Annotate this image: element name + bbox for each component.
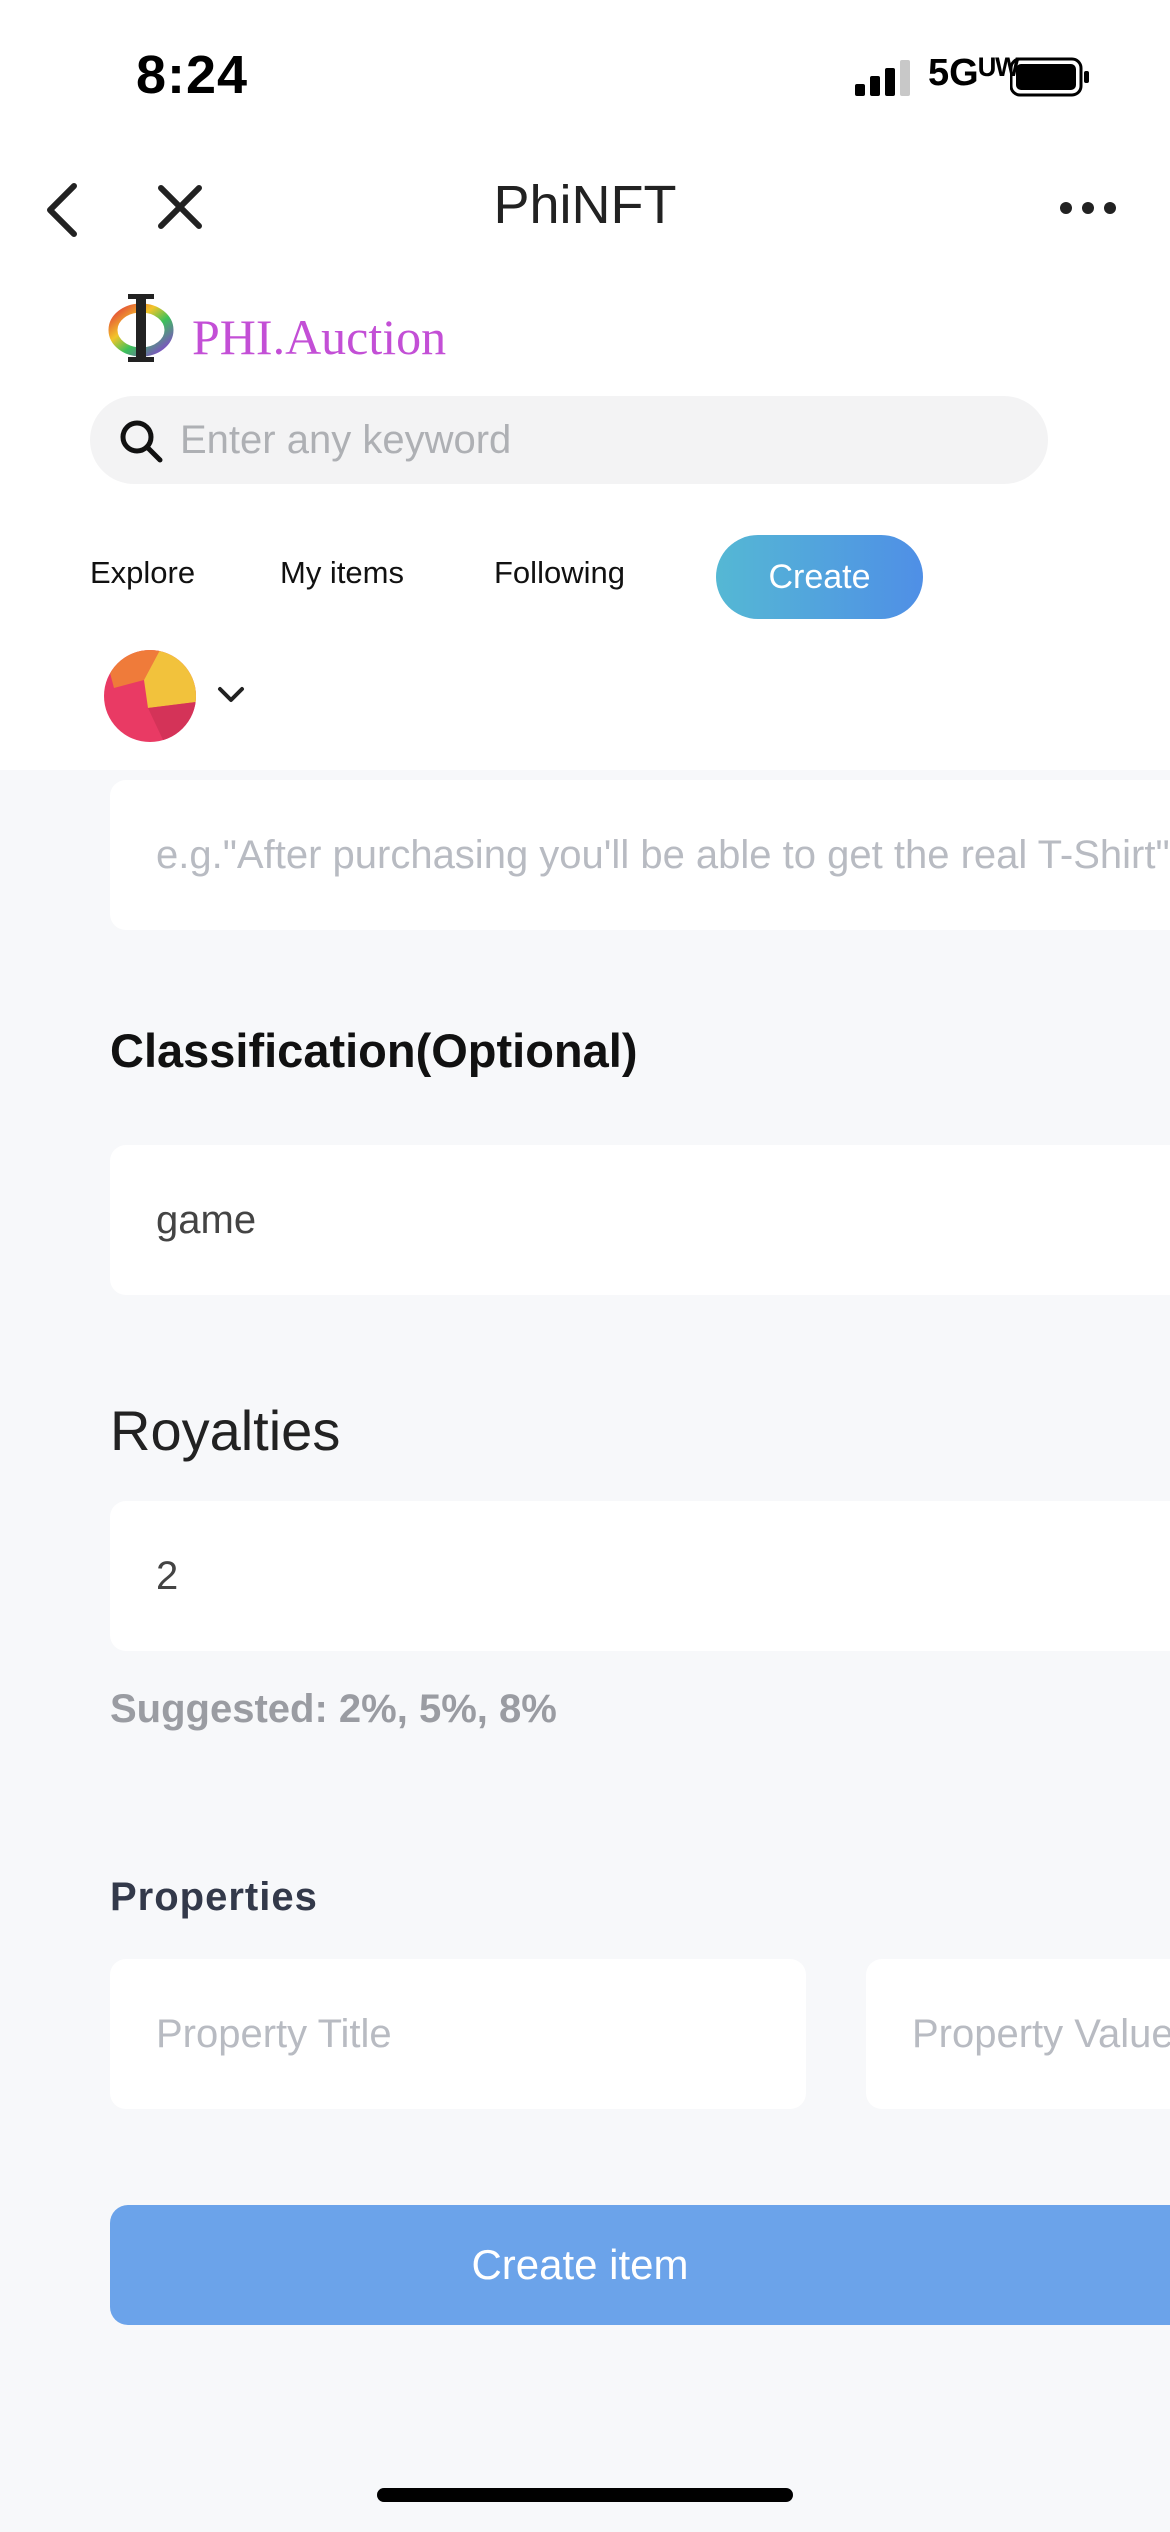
phi-logo-icon[interactable] bbox=[106, 290, 176, 366]
property-title-placeholder: Property Title bbox=[156, 2012, 392, 2056]
properties-label: Properties bbox=[110, 1875, 318, 1919]
search-bar[interactable] bbox=[90, 396, 1048, 484]
classification-value: game bbox=[156, 1198, 257, 1242]
nav-bar: PhiNFT bbox=[0, 150, 1170, 265]
status-bar: 8:24 5Gᵁᵂ bbox=[0, 0, 1170, 150]
home-indicator[interactable] bbox=[377, 2488, 793, 2502]
chevron-down-icon[interactable] bbox=[216, 684, 246, 706]
property-value-placeholder: Property Value bbox=[912, 2012, 1170, 2056]
more-icon[interactable] bbox=[1058, 200, 1118, 216]
main-tabs: Explore My items Following Create bbox=[0, 535, 1170, 625]
royalties-label: Royalties bbox=[110, 1399, 341, 1462]
tab-my-items[interactable]: My items bbox=[280, 555, 404, 591]
search-input[interactable] bbox=[180, 396, 1020, 484]
tab-following[interactable]: Following bbox=[494, 555, 625, 591]
create-form: e.g."After purchasing you'll be able to … bbox=[0, 770, 1170, 2532]
create-item-button[interactable]: Create item bbox=[110, 2205, 1170, 2325]
app-screen: 8:24 5Gᵁᵂ PhiNFT PHI.Auction Enter any k… bbox=[0, 0, 1170, 2532]
search-icon bbox=[120, 420, 163, 463]
tab-explore[interactable]: Explore bbox=[90, 555, 195, 591]
battery-icon bbox=[1010, 57, 1089, 97]
classification-field[interactable]: game bbox=[110, 1145, 1170, 1295]
status-time: 8:24 bbox=[136, 45, 249, 105]
create-button[interactable]: Create bbox=[716, 535, 923, 619]
avatar[interactable] bbox=[104, 650, 196, 742]
property-value-field[interactable]: Property Value bbox=[866, 1959, 1170, 2109]
network-label: 5Gᵁᵂ bbox=[928, 52, 1020, 94]
description-placeholder: e.g."After purchasing you'll be able to … bbox=[156, 833, 1170, 877]
brand-name[interactable]: PHI.Auction bbox=[192, 308, 446, 366]
page-title: PhiNFT bbox=[493, 175, 677, 235]
royalties-field[interactable]: 2 bbox=[110, 1501, 1170, 1651]
classification-label: Classification(Optional) bbox=[110, 1024, 638, 1077]
create-item-label: Create item bbox=[471, 2241, 689, 2288]
description-field[interactable]: e.g."After purchasing you'll be able to … bbox=[110, 780, 1170, 930]
property-title-field[interactable]: Property Title bbox=[110, 1959, 806, 2109]
signal-icon bbox=[855, 60, 910, 96]
royalties-hint: Suggested: 2%, 5%, 8% bbox=[110, 1687, 557, 1731]
royalties-value: 2 bbox=[156, 1554, 179, 1598]
